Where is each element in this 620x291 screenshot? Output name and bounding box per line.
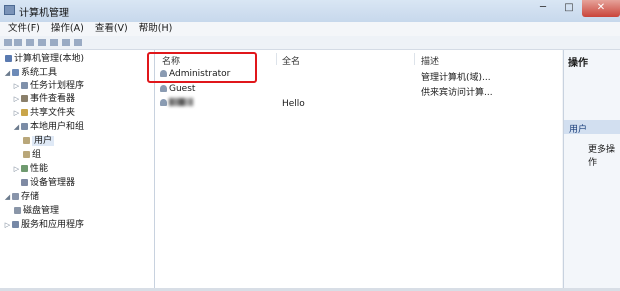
folder-icon	[23, 137, 30, 144]
help-icon[interactable]	[74, 39, 82, 46]
user-description: 管理计算机(域)...	[421, 73, 491, 83]
collapse-icon[interactable]: ▷	[13, 93, 20, 106]
highlight-annotation	[147, 52, 257, 83]
window-title: 计算机管理	[19, 8, 69, 19]
table-row-guest[interactable]: Guest	[160, 84, 195, 94]
menu-file[interactable]: 文件(F)	[0, 22, 43, 36]
menu-action[interactable]: 操作(A)	[43, 22, 87, 36]
tree-item-performance[interactable]: ▷ 性能	[13, 163, 48, 176]
users-groups-icon	[21, 123, 28, 130]
folder-icon	[21, 109, 28, 116]
tree-item-local-users-groups[interactable]: ◢ 本地用户和组	[13, 121, 84, 134]
computer-management-icon	[5, 55, 12, 62]
more-actions-link[interactable]: 更多操作	[588, 142, 620, 168]
performance-icon	[21, 165, 28, 172]
tree-item-device-manager[interactable]: 设备管理器	[20, 177, 75, 190]
actions-section-label: 用户	[569, 125, 588, 135]
toolbar	[0, 36, 620, 50]
tree-item-disk-management[interactable]: 磁盘管理	[13, 205, 59, 218]
forward-icon[interactable]	[14, 39, 22, 46]
storage-icon	[12, 193, 19, 200]
column-header-description[interactable]: 描述	[421, 54, 439, 67]
device-manager-icon	[21, 179, 28, 186]
navigation-tree: 计算机管理(本地) ◢ 系统工具 ▷ 任务计划程序 ▷ 事件查看器 ▷ 共享文件夹 ◢ 本…	[0, 50, 155, 291]
maximize-icon[interactable]: □	[556, 0, 582, 17]
column-header-fullname[interactable]: 全名	[282, 54, 300, 67]
close-icon[interactable]: ✕	[582, 0, 620, 17]
back-icon[interactable]	[4, 39, 12, 46]
column-divider[interactable]	[414, 53, 415, 65]
expand-icon[interactable]: ◢	[13, 121, 20, 134]
show-tree-icon[interactable]	[38, 39, 46, 46]
user-description: 供来宾访问计算...	[421, 88, 493, 98]
minimize-icon[interactable]: ─	[530, 0, 556, 17]
column-divider[interactable]	[276, 53, 277, 65]
tree-item-system-tools[interactable]: ◢ 系统工具	[4, 67, 57, 80]
blurred-user-name	[169, 98, 193, 106]
expand-icon[interactable]: ◢	[4, 67, 11, 80]
tree-item-storage[interactable]: ◢ 存储	[4, 191, 39, 204]
menu-view[interactable]: 查看(V)	[87, 22, 131, 36]
task-scheduler-icon	[21, 82, 28, 89]
user-fullname: Hello	[282, 99, 305, 109]
export-icon[interactable]	[62, 39, 70, 46]
collapse-icon[interactable]: ▷	[13, 163, 20, 176]
window-controls: ─ □ ✕	[530, 0, 620, 18]
tree-item-services-apps[interactable]: ▷ 服务和应用程序	[4, 219, 84, 232]
collapse-icon[interactable]: ▷	[13, 107, 20, 120]
tree-item-task-scheduler[interactable]: ▷ 任务计划程序	[13, 80, 84, 93]
up-icon[interactable]	[26, 39, 34, 46]
user-icon	[160, 85, 167, 92]
tree-item-computer-management[interactable]: 计算机管理(本地)	[4, 53, 84, 66]
menu-help[interactable]: 帮助(H)	[131, 22, 176, 36]
user-list-pane: 名称 全名 描述 Administrator 管理计算机(域)... Guest…	[155, 50, 562, 291]
disk-icon	[14, 207, 21, 214]
event-viewer-icon	[21, 95, 28, 102]
tree-item-users[interactable]: 用户	[22, 135, 55, 148]
expand-icon[interactable]: ◢	[4, 191, 11, 204]
actions-pane: 操作 用户 更多操作	[563, 50, 620, 291]
system-tools-icon	[12, 69, 19, 76]
refresh-icon[interactable]	[50, 39, 58, 46]
user-icon	[160, 99, 167, 106]
folder-icon	[23, 151, 30, 158]
collapse-icon[interactable]: ▷	[13, 80, 20, 93]
title-bar: 计算机管理 ─ □ ✕	[0, 0, 620, 22]
services-icon	[12, 221, 19, 228]
tree-item-event-viewer[interactable]: ▷ 事件查看器	[13, 93, 75, 106]
tree-item-groups[interactable]: 组	[22, 149, 41, 162]
table-row-hello[interactable]	[160, 98, 193, 108]
tree-item-shared-folders[interactable]: ▷ 共享文件夹	[13, 107, 75, 120]
menu-bar: 文件(F) 操作(A) 查看(V) 帮助(H)	[0, 22, 620, 36]
actions-header: 操作	[568, 58, 588, 69]
collapse-icon[interactable]: ▷	[4, 219, 11, 232]
user-name: Guest	[169, 84, 196, 94]
computer-management-icon	[4, 5, 15, 15]
